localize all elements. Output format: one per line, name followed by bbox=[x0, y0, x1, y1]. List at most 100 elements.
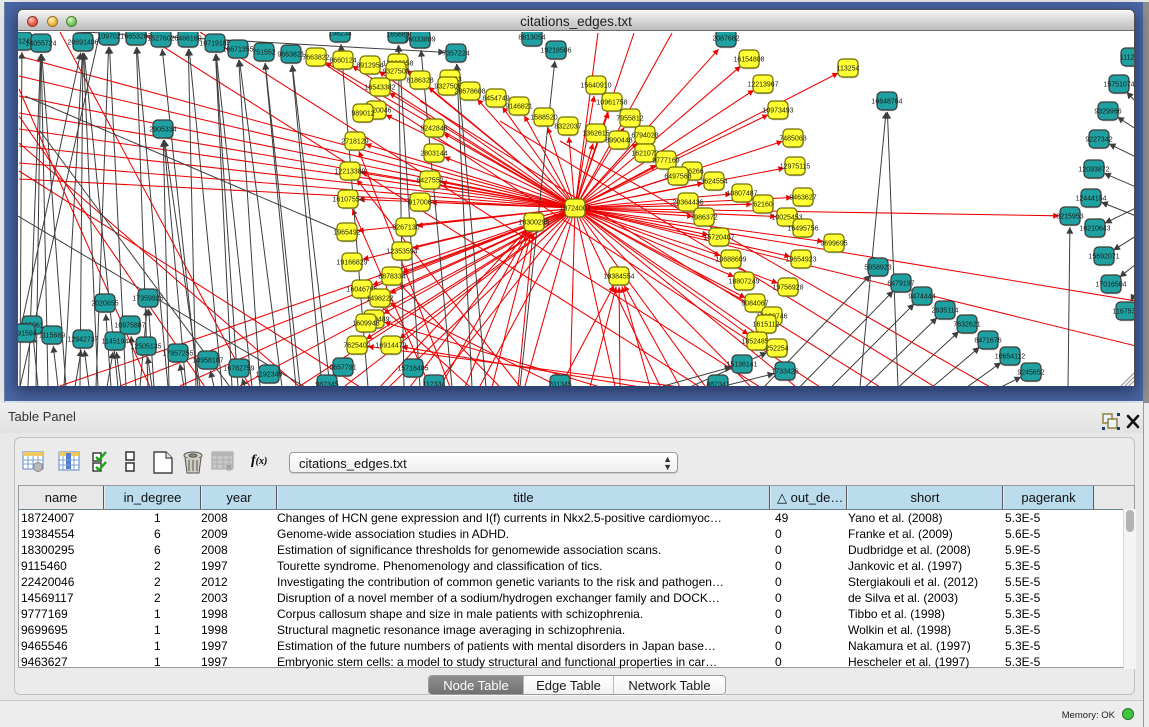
svg-text:10975887: 10975887 bbox=[114, 323, 145, 330]
svg-text:15692071: 15692071 bbox=[1088, 254, 1119, 261]
svg-text:751552: 751552 bbox=[252, 50, 275, 57]
svg-text:6497568: 6497568 bbox=[664, 174, 691, 181]
svg-text:16033809: 16033809 bbox=[404, 37, 435, 44]
svg-text:9657791: 9657791 bbox=[329, 365, 356, 372]
svg-text:20364436: 20364436 bbox=[672, 200, 703, 207]
svg-text:15136141: 15136141 bbox=[726, 362, 757, 369]
svg-text:7357224: 7357224 bbox=[442, 51, 469, 58]
svg-text:1362615: 1362615 bbox=[582, 131, 609, 138]
svg-text:9329966: 9329966 bbox=[1094, 109, 1121, 116]
svg-text:18724007: 18724007 bbox=[559, 206, 590, 213]
svg-text:7955812: 7955812 bbox=[616, 116, 643, 123]
svg-text:16671355: 16671355 bbox=[222, 47, 253, 54]
svg-text:12213967: 12213967 bbox=[747, 82, 778, 89]
svg-text:18300295: 18300295 bbox=[518, 220, 549, 227]
svg-text:391594: 391594 bbox=[18, 331, 37, 338]
svg-text:9084067: 9084067 bbox=[741, 301, 768, 308]
svg-text:8186328: 8186328 bbox=[406, 78, 433, 85]
svg-text:10688609: 10688609 bbox=[715, 257, 746, 264]
svg-text:6466160: 6466160 bbox=[174, 36, 201, 43]
svg-text:12353594: 12353594 bbox=[386, 249, 417, 256]
svg-text:9245652: 9245652 bbox=[1017, 370, 1044, 377]
svg-text:10973493: 10973493 bbox=[762, 108, 793, 115]
svg-text:1733426: 1733426 bbox=[771, 369, 798, 376]
svg-text:16210643: 16210643 bbox=[1079, 226, 1110, 233]
svg-text:2935114: 2935114 bbox=[932, 308, 959, 315]
svg-text:15751074: 15751074 bbox=[1103, 82, 1134, 89]
svg-text:3624554: 3624554 bbox=[700, 179, 727, 186]
svg-text:19166829: 19166829 bbox=[336, 260, 367, 267]
svg-text:16782759: 16782759 bbox=[223, 366, 254, 373]
svg-text:6479197: 6479197 bbox=[887, 281, 914, 288]
svg-text:9463627: 9463627 bbox=[789, 195, 816, 202]
svg-text:8267130: 8267130 bbox=[392, 225, 419, 232]
svg-text:16154808: 16154808 bbox=[733, 57, 764, 64]
svg-text:9227342: 9227342 bbox=[1085, 137, 1112, 144]
svg-text:9146821: 9146821 bbox=[505, 104, 532, 111]
svg-text:882341: 882341 bbox=[706, 382, 729, 387]
svg-text:10654112: 10654112 bbox=[995, 354, 1026, 361]
svg-text:1588520: 1588520 bbox=[530, 115, 557, 122]
svg-text:9242848: 9242848 bbox=[420, 126, 447, 133]
svg-text:112334: 112334 bbox=[423, 382, 446, 387]
svg-text:18807249: 18807249 bbox=[728, 279, 759, 286]
svg-text:15720407: 15720407 bbox=[703, 235, 734, 242]
svg-text:12444154: 12444154 bbox=[1075, 196, 1106, 203]
svg-text:19218506: 19218506 bbox=[540, 48, 571, 55]
svg-text:12093872: 12093872 bbox=[1078, 167, 1109, 174]
svg-text:5958923: 5958923 bbox=[864, 265, 891, 272]
svg-text:252254: 252254 bbox=[765, 346, 788, 353]
svg-text:12505135: 12505135 bbox=[130, 344, 161, 351]
svg-text:14055724: 14055724 bbox=[25, 41, 56, 48]
svg-text:28678608: 28678608 bbox=[454, 89, 485, 96]
svg-text:16914479: 16914479 bbox=[375, 343, 406, 350]
svg-text:113254: 113254 bbox=[837, 66, 860, 73]
svg-text:1615112: 1615112 bbox=[753, 322, 780, 329]
svg-text:8454749: 8454749 bbox=[482, 96, 509, 103]
svg-text:1498222: 1498222 bbox=[366, 296, 393, 303]
svg-text:8471676: 8471676 bbox=[974, 338, 1001, 345]
svg-text:19654923: 19654923 bbox=[785, 257, 816, 264]
svg-text:7663822: 7663822 bbox=[302, 55, 329, 62]
svg-text:1145194: 1145194 bbox=[102, 339, 129, 346]
svg-text:8813054: 8813054 bbox=[518, 35, 545, 42]
svg-text:17016504: 17016504 bbox=[1095, 282, 1126, 289]
svg-text:7485063: 7485063 bbox=[779, 136, 806, 143]
svg-text:2718129: 2718129 bbox=[341, 139, 368, 146]
svg-text:917006: 917006 bbox=[408, 200, 431, 207]
svg-text:8322037: 8322037 bbox=[554, 124, 581, 131]
svg-text:10958107: 10958107 bbox=[192, 358, 223, 365]
svg-text:6794028: 6794028 bbox=[631, 133, 658, 140]
svg-text:16495756: 16495756 bbox=[787, 226, 818, 233]
svg-text:12942737: 12942737 bbox=[67, 337, 98, 344]
svg-text:9474444: 9474444 bbox=[908, 294, 935, 301]
svg-text:8427552: 8427552 bbox=[416, 178, 443, 185]
svg-text:8660124: 8660124 bbox=[329, 58, 356, 65]
svg-text:2020655: 2020655 bbox=[91, 301, 118, 308]
svg-text:9777169: 9777169 bbox=[652, 158, 679, 165]
svg-text:982345: 982345 bbox=[315, 382, 338, 387]
svg-text:7986372: 7986372 bbox=[690, 215, 717, 222]
svg-text:8878334: 8878334 bbox=[378, 274, 405, 281]
svg-text:15718485: 15718485 bbox=[397, 366, 428, 373]
svg-text:1167534: 1167534 bbox=[1113, 309, 1134, 316]
svg-text:201345: 201345 bbox=[548, 382, 571, 387]
svg-text:9663821: 9663821 bbox=[277, 52, 304, 59]
svg-text:8990448: 8990448 bbox=[605, 138, 632, 145]
svg-text:1609948: 1609948 bbox=[352, 321, 379, 328]
svg-text:19384554: 19384554 bbox=[603, 274, 634, 281]
svg-text:16648764: 16648764 bbox=[871, 99, 902, 106]
svg-text:111245: 111245 bbox=[1120, 55, 1134, 62]
svg-text:8912954: 8912954 bbox=[356, 63, 383, 70]
svg-text:9699695: 9699695 bbox=[820, 241, 847, 248]
svg-text:15640910: 15640910 bbox=[580, 83, 611, 90]
svg-text:10807487: 10807487 bbox=[726, 191, 757, 198]
svg-text:12213389: 12213389 bbox=[334, 169, 365, 176]
svg-text:8215953: 8215953 bbox=[1056, 214, 1083, 221]
svg-text:7632621: 7632621 bbox=[953, 322, 980, 329]
svg-text:1621072: 1621072 bbox=[631, 151, 658, 158]
svg-text:198234: 198234 bbox=[328, 32, 351, 38]
svg-text:16107554: 16107554 bbox=[332, 197, 363, 204]
svg-text:1527602: 1527602 bbox=[147, 36, 174, 43]
svg-text:2087682: 2087682 bbox=[712, 36, 739, 43]
